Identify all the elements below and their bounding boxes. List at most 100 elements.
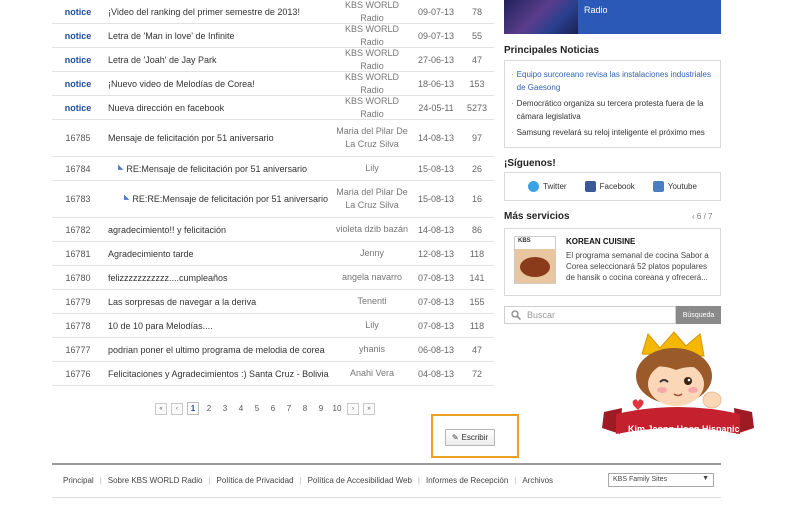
more-services-heading: Más servicios (504, 211, 570, 222)
row-title-link[interactable]: podrian poner el ultimo programa de melo… (104, 345, 332, 355)
table-row[interactable]: 16779 Las sorpresas de navegar a la deriv… (52, 290, 494, 314)
family-sites-select[interactable]: KBS Family Sites ▼ (608, 473, 714, 487)
youtube-link[interactable]: Youtube (652, 181, 697, 192)
cuisine-image-label: KBS (518, 238, 531, 244)
table-row[interactable]: notice Letra de 'Joah' de Jay Park KBS WOR… (52, 48, 494, 72)
row-author: KBS WORLD Radio (344, 95, 399, 119)
row-number: 16780 (65, 272, 91, 283)
youtube-icon (652, 181, 664, 192)
reply-arrow-icon: ◣ (118, 163, 124, 171)
page-link-6[interactable]: 6 (267, 402, 279, 415)
footer-divider (52, 463, 721, 465)
footer-link[interactable]: Política de Privacidad (217, 476, 294, 485)
table-row[interactable]: 16778 10 de 10 para Melodías.... Lily 07-08… (52, 314, 494, 338)
row-views: 47 (471, 344, 482, 355)
prev-arrow-icon[interactable]: ‹ (692, 212, 695, 221)
table-row[interactable]: notice ¡Video del ranking del primer seme… (52, 0, 494, 24)
table-row[interactable]: 16782 agradecimiento!! y felicitación viol… (52, 218, 494, 242)
footer-link[interactable]: Política de Accesibilidad Web (308, 476, 412, 485)
row-date: 15-08-13 (417, 194, 455, 204)
row-title: Letra de 'Man in love' de Infinite (108, 30, 235, 41)
bottom-divider (52, 497, 721, 498)
row-title-link[interactable]: Felicitaciones y Agradecimientos :) Sant… (104, 369, 332, 379)
row-title-link[interactable]: ¡Video del ranking del primer semestre d… (104, 7, 332, 17)
row-number: 16783 (65, 194, 91, 204)
first-page-button[interactable]: « (155, 402, 167, 415)
table-row[interactable]: 16784 ◣ RE:Mensaje de felicitación por 51 … (52, 157, 494, 181)
row-date: 07-08-13 (417, 296, 455, 307)
row-title-link[interactable]: ¡Nuevo video de Melodías de Corea! (104, 79, 332, 89)
row-title-link[interactable]: felizzzzzzzzzzz....cumpleaños (104, 273, 332, 283)
row-title-link[interactable]: Nueva dirección en facebook (104, 103, 332, 113)
page-link-7[interactable]: 7 (283, 402, 295, 415)
row-title-link[interactable]: Agradecimiento tarde (104, 249, 332, 259)
row-date: 15-08-13 (417, 163, 455, 174)
twitter-link[interactable]: Twitter (528, 181, 567, 192)
table-row[interactable]: 16783 ◣ RE:RE:Mensaje de felicitación por … (52, 181, 494, 218)
footer-link[interactable]: Archivos (522, 476, 553, 485)
page-link-4[interactable]: 4 (235, 402, 247, 415)
bullet-icon: · (511, 128, 514, 137)
search-button[interactable]: Búsqueda (676, 306, 721, 324)
page-link-9[interactable]: 9 (315, 402, 327, 415)
table-row[interactable]: notice ¡Nuevo video de Melodías de Corea!… (52, 72, 494, 96)
row-author: Lily (365, 163, 379, 173)
radio-banner[interactable]: Radio (504, 0, 721, 34)
table-row[interactable]: notice Letra de 'Man in love' de Infinite… (52, 24, 494, 48)
write-highlight: ✎ Escribir (431, 414, 519, 458)
table-row[interactable]: 16780 felizzzzzzzzzzz....cumpleaños angela… (52, 266, 494, 290)
row-views: 141 (469, 272, 485, 283)
table-row[interactable]: 16781 Agradecimiento tarde Jenny 12-08-13 11… (52, 242, 494, 266)
table-row[interactable]: notice Nueva dirección en facebook KBS WOR… (52, 96, 494, 120)
bowl-image (520, 257, 550, 277)
row-date: 24-05-11 (418, 102, 454, 113)
row-date: 14-08-13 (417, 224, 455, 235)
row-views: 5273 (466, 102, 488, 113)
row-title-link[interactable]: agradecimiento!! y felicitación (104, 225, 332, 235)
footer-link[interactable]: Principal (63, 476, 94, 485)
row-title-link[interactable]: Las sorpresas de navegar a la deriva (104, 297, 332, 307)
more-services-pager[interactable]: ‹ 6 / 7 (692, 212, 712, 221)
news-item[interactable]: · Samsung revelará su reloj inteligente e… (511, 126, 714, 139)
cuisine-image: KBS (514, 236, 556, 284)
last-page-button[interactable]: » (363, 402, 375, 415)
row-title-link[interactable]: ◣ RE:Mensaje de felicitación por 51 anive… (104, 164, 332, 174)
footer-link[interactable]: Informes de Recepción (426, 476, 508, 485)
page-link-1[interactable]: 1 (187, 402, 199, 415)
row-title-link[interactable]: 10 de 10 para Melodías.... (104, 321, 332, 331)
row-author: Lily (365, 320, 379, 330)
row-author: Maria del Pilar De La Cruz Silva (336, 126, 408, 149)
prev-page-button[interactable]: ‹ (171, 402, 183, 415)
page-link-10[interactable]: 10 (331, 402, 343, 415)
write-button-label: Escribir (461, 433, 489, 442)
news-item[interactable]: · Democrático organiza su tercera protest… (511, 97, 714, 123)
search-input[interactable]: Buscar (504, 306, 676, 324)
facebook-link[interactable]: Facebook (584, 181, 635, 192)
page-link-5[interactable]: 5 (251, 402, 263, 415)
table-row[interactable]: 16776 Felicitaciones y Agradecimientos :)… (52, 362, 494, 386)
news-item[interactable]: · Equipo surcoreano revisa las instalacio… (511, 68, 714, 94)
radio-photo (504, 0, 578, 34)
row-title-link[interactable]: Letra de 'Joah' de Jay Park (104, 55, 332, 65)
row-title-link[interactable]: ◣ RE:RE:Mensaje de felicitación por 51 an… (104, 194, 332, 204)
twitter-icon (528, 181, 540, 192)
footer-link[interactable]: Sobre KBS WORLD Radio (108, 476, 203, 485)
page-link-3[interactable]: 3 (219, 402, 231, 415)
table-row[interactable]: 16777 podrian poner el ultimo programa de… (52, 338, 494, 362)
korean-cuisine-promo[interactable]: KBS KOREAN CUISINE El programa semanal d… (504, 228, 721, 296)
next-page-button[interactable]: › (347, 402, 359, 415)
board-table: notice ¡Video del ranking del primer seme… (52, 0, 494, 386)
table-row[interactable]: 16785 Mensaje de felicitación por 51 aniv… (52, 120, 494, 157)
bullet-icon: · (511, 70, 514, 79)
row-author: violeta dzib bazán (335, 224, 409, 234)
footer-separator: | (514, 476, 517, 485)
reply-arrow-icon: ◣ (124, 194, 130, 201)
row-title-link[interactable]: Mensaje de felicitación por 51 aniversar… (104, 133, 332, 143)
row-title-link[interactable]: Letra de 'Man in love' de Infinite (104, 31, 332, 41)
write-button[interactable]: ✎ Escribir (445, 429, 495, 446)
bullet-icon: · (511, 99, 514, 108)
row-date: 07-08-13 (417, 272, 455, 283)
row-views: 78 (471, 6, 482, 17)
page-link-2[interactable]: 2 (203, 402, 215, 415)
page-link-8[interactable]: 8 (299, 402, 311, 415)
